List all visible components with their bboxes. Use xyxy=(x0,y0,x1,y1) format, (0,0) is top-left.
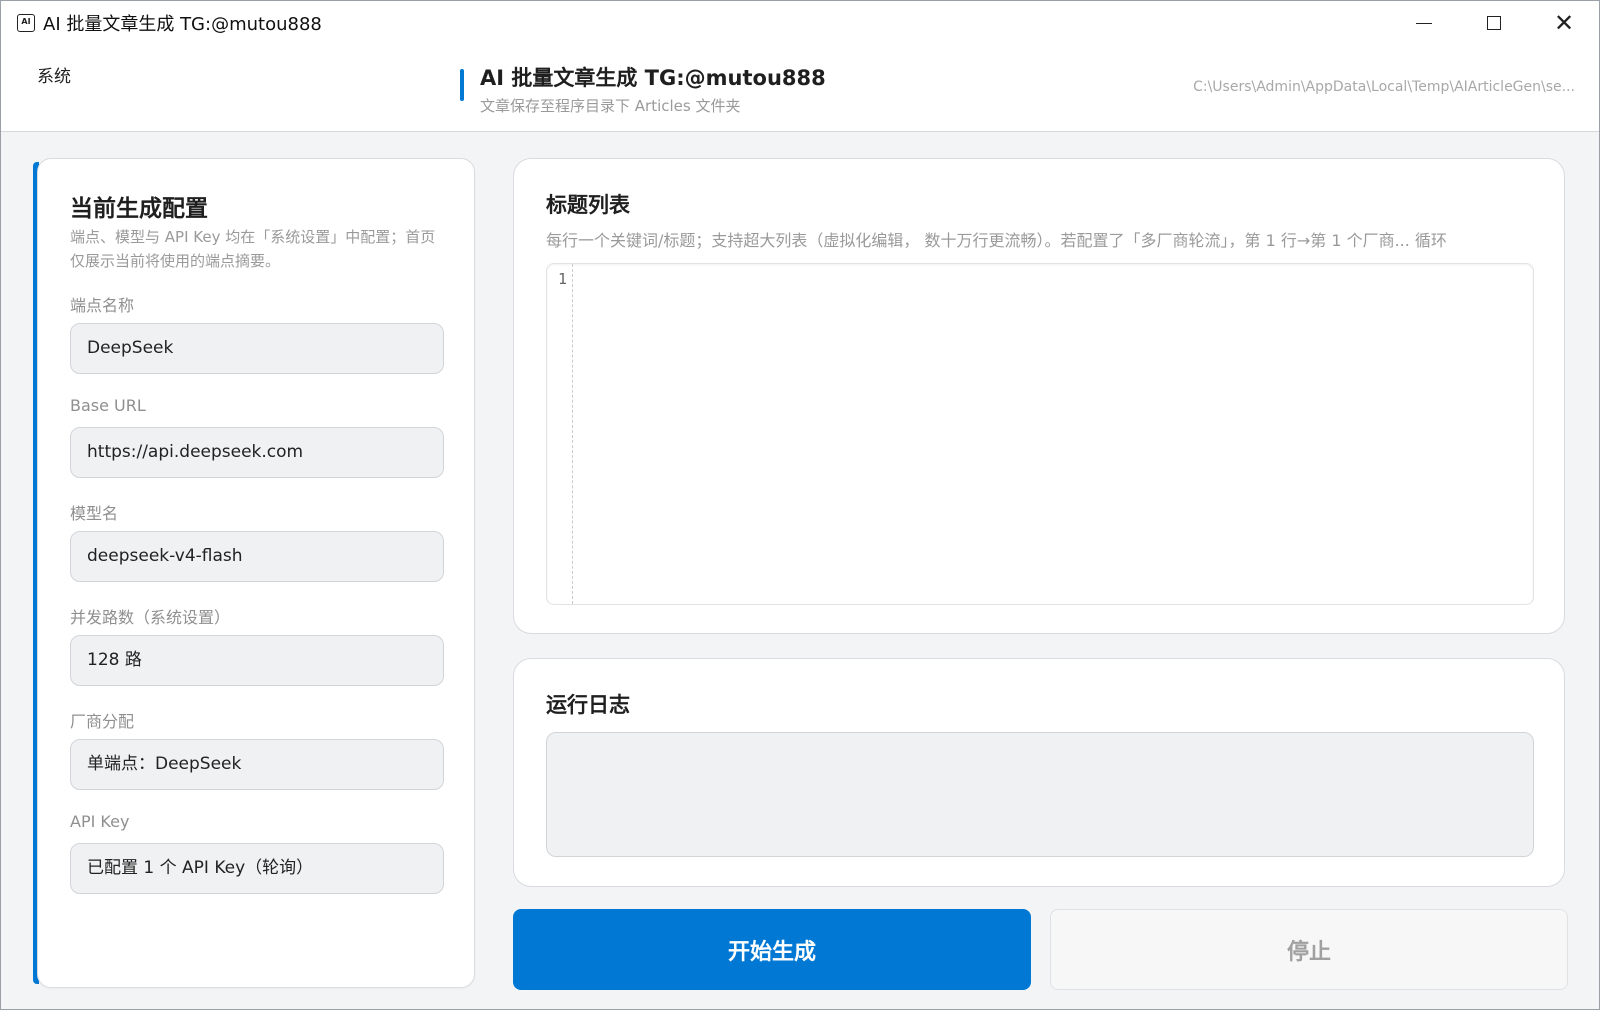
concurrency-field: 128 路 xyxy=(70,635,444,686)
start-button[interactable]: 开始生成 xyxy=(513,909,1031,990)
maximize-icon xyxy=(1487,16,1501,30)
page-subtitle: 文章保存至程序目录下 Articles 文件夹 xyxy=(480,97,741,115)
log-card: 运行日志 xyxy=(513,658,1565,887)
vendor-allocation-label: 厂商分配 xyxy=(70,712,135,731)
config-title: 当前生成配置 xyxy=(70,196,208,222)
title-bar[interactable]: AI AI 批量文章生成 TG:@mutou888 ✕ xyxy=(1,1,1599,45)
config-card: 当前生成配置 端点、模型与 API Key 均在「系统设置」中配置；首页仅展示当… xyxy=(37,158,475,988)
line-number-gutter: 1 xyxy=(547,264,573,604)
api-key-label: API Key xyxy=(70,812,130,831)
minimize-button[interactable] xyxy=(1389,1,1459,45)
concurrency-label: 并发路数（系统设置） xyxy=(70,608,231,627)
vendor-allocation-field: 单端点：DeepSeek xyxy=(70,739,444,790)
window-controls: ✕ xyxy=(1389,1,1599,45)
maximize-button[interactable] xyxy=(1459,1,1529,45)
config-description: 端点、模型与 API Key 均在「系统设置」中配置；首页仅展示当前将使用的端点… xyxy=(70,228,436,270)
log-output[interactable] xyxy=(546,732,1534,857)
app-header: 系统 AI 批量文章生成 TG:@mutou888 文章保存至程序目录下 Art… xyxy=(1,45,1599,132)
model-name-field: deepseek-v4-flash xyxy=(70,531,444,582)
stop-button[interactable]: 停止 xyxy=(1050,909,1568,990)
titles-description: 每行一个关键词/标题；支持超大列表（虚拟化编辑， 数十万行更流畅）。若配置了「多… xyxy=(546,231,1447,250)
window-title: AI 批量文章生成 TG:@mutou888 xyxy=(43,14,322,35)
endpoint-name-field: DeepSeek xyxy=(70,323,444,374)
page-title: AI 批量文章生成 TG:@mutou888 xyxy=(480,66,826,90)
output-path: C:\Users\Admin\AppData\Local\Temp\AIArti… xyxy=(1193,79,1575,95)
api-key-field: 已配置 1 个 API Key（轮询） xyxy=(70,843,444,894)
titles-card: 标题列表 每行一个关键词/标题；支持超大列表（虚拟化编辑， 数十万行更流畅）。若… xyxy=(513,158,1565,634)
close-icon: ✕ xyxy=(1553,9,1575,37)
base-url-label: Base URL xyxy=(70,396,146,415)
app-window: AI AI 批量文章生成 TG:@mutou888 ✕ 系统 AI 批量文章生成… xyxy=(0,0,1600,1010)
endpoint-name-label: 端点名称 xyxy=(70,296,135,315)
titles-editor[interactable]: 1 xyxy=(546,263,1534,605)
log-title: 运行日志 xyxy=(546,693,630,717)
model-name-label: 模型名 xyxy=(70,504,119,523)
menu-system[interactable]: 系统 xyxy=(37,62,71,87)
app-icon: AI xyxy=(17,14,35,32)
base-url-field: https://api.deepseek.com xyxy=(70,427,444,478)
minimize-icon xyxy=(1416,22,1432,24)
line-number: 1 xyxy=(557,270,567,288)
close-button[interactable]: ✕ xyxy=(1529,1,1599,45)
titles-title: 标题列表 xyxy=(546,193,630,217)
header-accent-bar xyxy=(460,69,464,101)
